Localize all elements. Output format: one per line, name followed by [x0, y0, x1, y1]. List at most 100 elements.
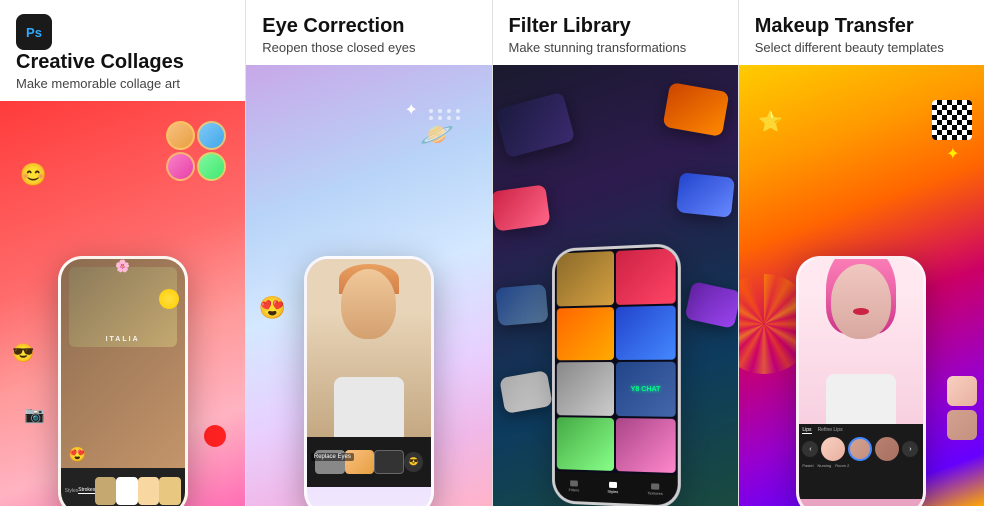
lemon-decor [159, 289, 179, 309]
bottom-toolbar-1: Styles Strokes [61, 468, 185, 506]
makeup-labels: Pastel Nursing Room 2 [802, 463, 920, 468]
makeup-toolbar: Lips Refine Lips ‹ › Pastel Nur [799, 424, 923, 499]
panel-2-header: Eye Correction Reopen those closed eyes [246, 0, 491, 65]
panel-2-image: 🪐 ✦ 😍 [246, 65, 491, 506]
ps-app-icon: Ps [16, 14, 52, 50]
phone-mockup-3: Y8 CHAT Filters Styles [552, 243, 681, 506]
makeup-thumb-2[interactable] [848, 437, 872, 461]
panel-3-header: Filter Library Make stunning transformat… [493, 0, 738, 65]
p2-heart-eyes: 😍 [259, 295, 286, 321]
filter-thumb-2 [616, 248, 676, 304]
float-card-6 [684, 281, 737, 329]
saturn-emoji: 🪐 [420, 118, 455, 151]
star-emoji-1: ⭐ [758, 109, 783, 134]
float-card-7 [500, 370, 554, 414]
phone-mockup-2: Replace Eyes 😎 [304, 256, 434, 506]
grid-dots [429, 109, 462, 120]
makeup-thumb-3[interactable] [875, 437, 899, 461]
sparkle-element: ✦ [405, 100, 418, 120]
ring-stickers [166, 121, 226, 181]
y8chat-label: Y8 CHAT [631, 386, 661, 393]
filter-thumb-8 [616, 418, 676, 474]
person-silhouette-2 [307, 259, 431, 437]
panel-makeup-transfer: Makeup Transfer Select different beauty … [739, 0, 984, 506]
camera-emoji: 📷 [25, 405, 45, 425]
filter-thumb-5 [557, 362, 614, 415]
panel-1-image: 😊 😎 📷 ITALIA [0, 101, 245, 506]
eye-thumb-3 [374, 450, 404, 474]
makeup-thumbs: ‹ › [802, 437, 920, 461]
strokes-label: Strokes [78, 487, 95, 494]
phone-screen-4: Lips Refine Lips ‹ › Pastel Nur [796, 256, 926, 506]
thumb-1 [95, 477, 116, 505]
panel-3-image: Y8 CHAT Filters Styles [493, 65, 738, 506]
face-shape [341, 269, 396, 339]
panel-4-header: Makeup Transfer Select different beauty … [739, 0, 984, 65]
panel-3-subtitle: Make stunning transformations [509, 40, 722, 55]
makeup-thumb-1[interactable] [821, 437, 845, 461]
filter-thumb-6: Y8 CHAT [616, 362, 676, 417]
face-thumb-2 [947, 410, 977, 440]
heart-eyes-phone: 😍 [69, 446, 86, 463]
panel-4-image: ⭐ ✦ Lips Refine Lip [739, 65, 984, 506]
eye-correction-toolbar: Replace Eyes 😎 [307, 437, 431, 487]
float-card-1 [495, 92, 576, 158]
p4-lips [853, 308, 869, 315]
panel-4-subtitle: Select different beauty templates [755, 40, 968, 55]
p4-body [826, 374, 896, 424]
phone-screen-3: Y8 CHAT Filters Styles [552, 243, 681, 506]
lips-tab: Lips [802, 427, 811, 434]
panel-eye-correction: Eye Correction Reopen those closed eyes … [246, 0, 491, 506]
red-circle-decoration [204, 425, 226, 447]
sticker-1 [166, 121, 195, 150]
prev-arrow[interactable]: ‹ [802, 441, 818, 457]
sticker-4 [197, 152, 226, 181]
p3-tab-3: Textures [648, 483, 663, 496]
panel-2-title: Eye Correction [262, 14, 475, 38]
sticker-3 [166, 152, 195, 181]
phone-mockup-4: Lips Refine Lips ‹ › Pastel Nur [796, 256, 926, 506]
collage-main-area: ITALIA 🌸 😍 [61, 259, 185, 468]
face-thumb-1 [947, 376, 977, 406]
p4-face [831, 264, 891, 339]
next-arrow[interactable]: › [902, 441, 918, 457]
checkered-pattern [932, 100, 972, 140]
sunglasses-emoji: 😎 [12, 343, 34, 364]
p3-bottom-bar: Filters Styles Textures [555, 471, 678, 506]
float-card-4 [676, 172, 735, 218]
italia-label: ITALIA [106, 336, 140, 343]
flower-sticker: 🌸 [115, 259, 130, 273]
sticker-2 [197, 121, 226, 150]
makeup-tabs: Lips Refine Lips [802, 427, 920, 434]
thumb-4 [159, 477, 180, 505]
panel-1-title: Creative Collages [16, 50, 229, 74]
body-shape [334, 377, 404, 437]
room2-label: Room 2 [835, 463, 849, 468]
p3-tab-1: Filters [569, 480, 579, 492]
panel-2-subtitle: Reopen those closed eyes [262, 40, 475, 55]
panel-1-subtitle: Make memorable collage art [16, 76, 229, 91]
float-card-2 [662, 82, 729, 137]
filter-thumb-4 [616, 305, 676, 360]
float-card-3 [493, 185, 551, 232]
pastel-label: Pastel [802, 463, 813, 468]
face-thumb-strip [947, 376, 977, 440]
float-card-5 [496, 283, 549, 325]
panel-3-title: Filter Library [509, 14, 722, 38]
replace-eyes-label: Replace Eyes [311, 453, 354, 461]
smile-emoji: 😊 [20, 162, 47, 188]
phone-screen-2: Replace Eyes 😎 [304, 256, 434, 506]
panel-1-header: Ps Creative Collages Make memorable coll… [0, 0, 245, 101]
phone-mockup-1: ITALIA 🌸 😍 Styles Strokes [58, 256, 188, 506]
collage-landscape: ITALIA [69, 267, 177, 347]
refine-lips-tab: Refine Lips [818, 427, 843, 434]
thumb-3 [138, 477, 159, 505]
thumb-2 [116, 477, 138, 505]
star-emoji-2: ✦ [946, 144, 959, 164]
panel-4-title: Makeup Transfer [755, 14, 968, 38]
styles-label: Styles [65, 488, 79, 494]
p3-tab-2: Styles [608, 482, 619, 494]
filter-grid: Y8 CHAT [555, 246, 678, 475]
panel-creative-collages: Ps Creative Collages Make memorable coll… [0, 0, 245, 506]
filter-thumb-3 [557, 307, 614, 361]
